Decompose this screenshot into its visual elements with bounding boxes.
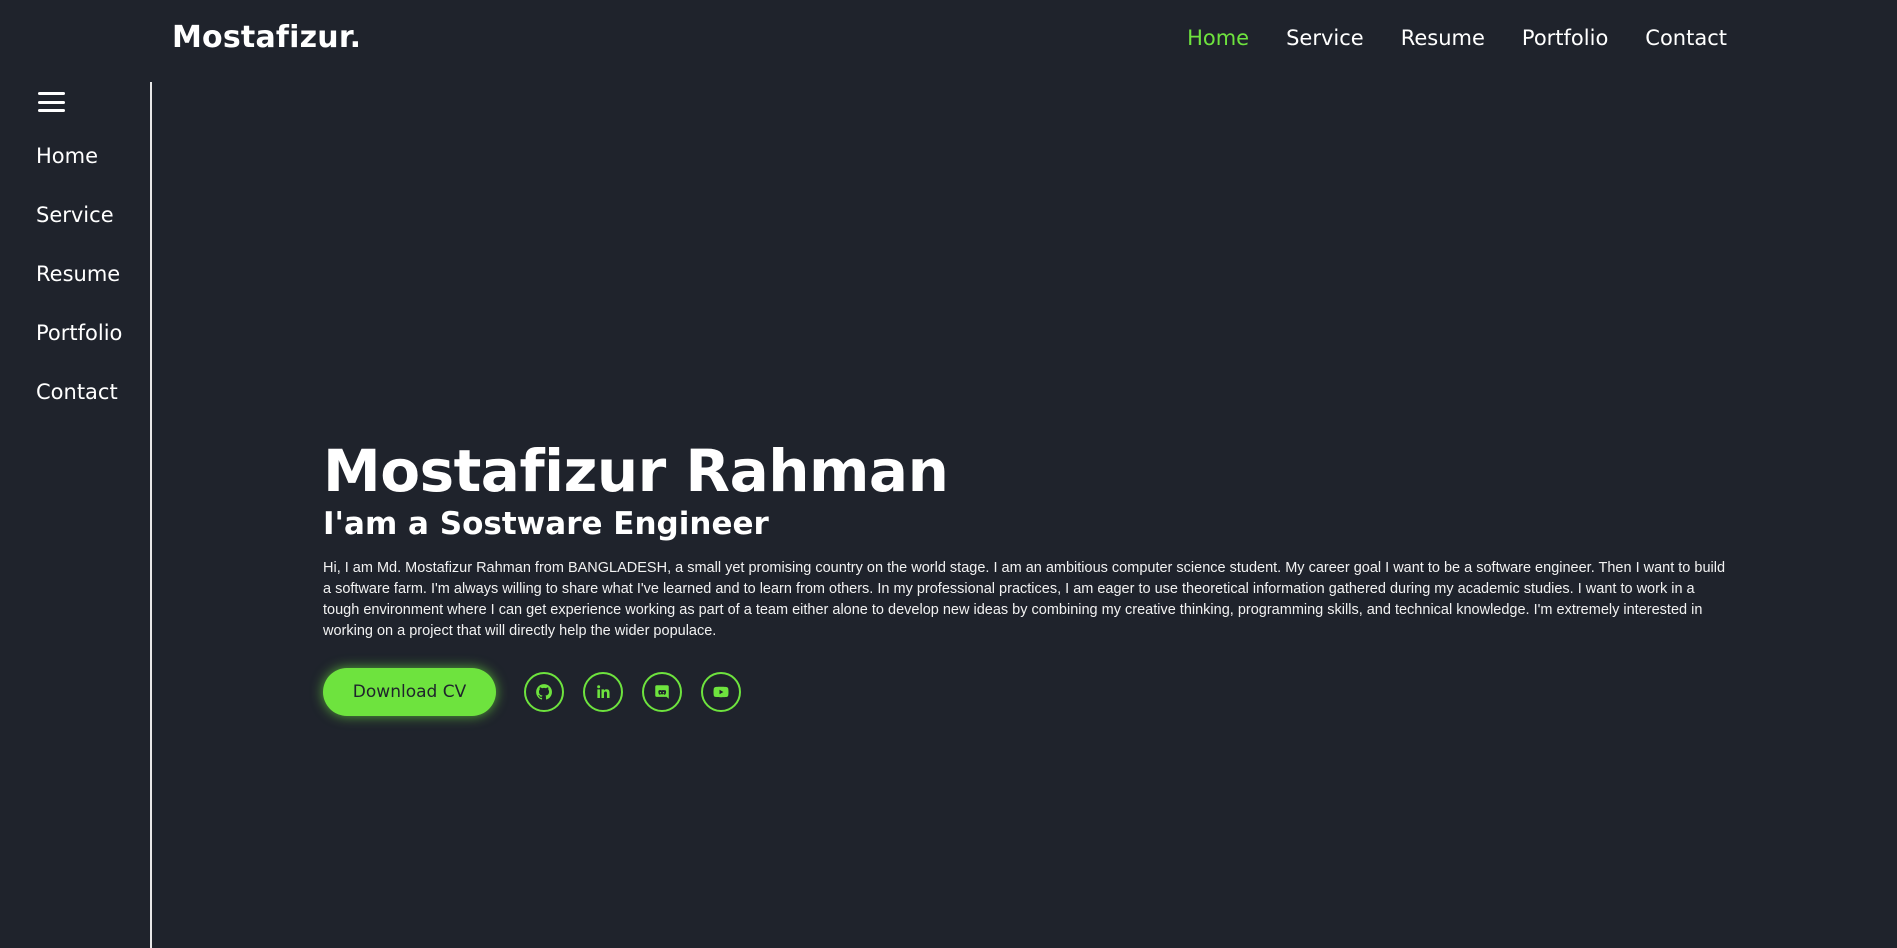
top-nav-resume[interactable]: Resume: [1401, 26, 1485, 50]
top-nav-portfolio[interactable]: Portfolio: [1522, 26, 1608, 50]
hero-section: Mostafizur Rahman I'am a Sostware Engine…: [323, 438, 1728, 716]
sidebar-item-home[interactable]: Home: [36, 144, 122, 168]
hero-name: Mostafizur Rahman: [323, 437, 949, 505]
discord-icon[interactable]: [642, 672, 682, 712]
linkedin-icon[interactable]: [583, 672, 623, 712]
sidebar: Home Service Resume Portfolio Contact: [0, 82, 152, 948]
github-icon[interactable]: [524, 672, 564, 712]
top-nav-contact[interactable]: Contact: [1645, 26, 1727, 50]
hero-actions: Download CV: [323, 668, 1728, 716]
hero-role: I'am a Sostware Engineer: [323, 506, 769, 542]
sidebar-item-service[interactable]: Service: [36, 203, 122, 227]
top-nav-home[interactable]: Home: [1187, 26, 1249, 50]
sidebar-item-resume[interactable]: Resume: [36, 262, 122, 286]
page: Mostafizur. Home Service Resume Portfoli…: [0, 0, 1897, 948]
top-nav-service[interactable]: Service: [1286, 26, 1364, 50]
sidebar-item-contact[interactable]: Contact: [36, 380, 122, 404]
hero-bio: Hi, I am Md. Mostafizur Rahman from BANG…: [323, 560, 1726, 639]
download-cv-button[interactable]: Download CV: [323, 668, 496, 716]
top-nav: Home Service Resume Portfolio Contact: [1187, 26, 1727, 50]
sidebar-item-portfolio[interactable]: Portfolio: [36, 321, 122, 345]
site-logo[interactable]: Mostafizur.: [172, 20, 361, 55]
hamburger-menu-icon[interactable]: [38, 92, 65, 112]
youtube-icon[interactable]: [701, 672, 741, 712]
social-links: [524, 672, 741, 712]
side-nav: Home Service Resume Portfolio Contact: [36, 144, 122, 439]
